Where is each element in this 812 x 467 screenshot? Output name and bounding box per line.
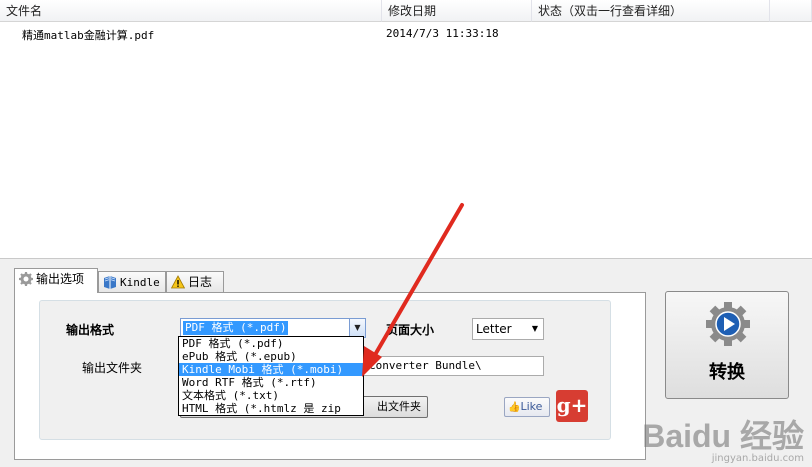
convert-label: 转换 <box>709 362 745 383</box>
tab-log[interactable]: 日志 <box>166 271 224 292</box>
column-header-filename[interactable]: 文件名 <box>0 0 382 22</box>
chevron-down-icon[interactable]: ▼ <box>349 319 365 337</box>
like-button[interactable]: 👍Like <box>504 397 550 417</box>
column-header-status[interactable]: 状态（双击一行查看详细） <box>532 0 770 22</box>
format-option-mobi[interactable]: Kindle Mobi 格式 (*.mobi) <box>179 363 363 376</box>
gear-icon <box>19 272 33 286</box>
convert-button[interactable]: 转换 <box>665 291 789 399</box>
format-option-rtf[interactable]: Word RTF 格式 (*.rtf) <box>179 376 363 389</box>
page-size-select[interactable]: Letter ▼ <box>472 318 544 340</box>
convert-gear-play-icon <box>705 301 751 350</box>
output-folder-label: 输出文件夹 <box>82 361 143 375</box>
page-size-label: 页面大小 <box>386 323 435 337</box>
output-folder-value: Converter Bundle\ <box>369 359 482 372</box>
file-name-cell: 精通matlab金融计算.pdf <box>22 29 155 42</box>
like-label: Like <box>520 400 543 413</box>
tab-log-label: 日志 <box>188 275 213 289</box>
watermark-main: Baidu 经验 <box>642 418 804 454</box>
watermark-sub: jingyan.baidu.com <box>711 453 804 464</box>
thumbs-up-icon: 👍 <box>508 402 521 413</box>
kindle-book-icon <box>103 275 117 289</box>
format-option-epub[interactable]: ePub 格式 (*.epub) <box>179 350 363 363</box>
column-header-modified[interactable]: 修改日期 <box>382 0 532 22</box>
file-modified-cell: 2014/7/3 11:33:18 <box>386 27 499 40</box>
warning-icon <box>170 275 186 289</box>
column-header-filler <box>770 0 812 22</box>
page-size-value: Letter <box>476 322 512 336</box>
format-option-htmlz[interactable]: HTML 格式 (*.htmlz 是 zip <box>179 402 363 415</box>
output-format-label: 输出格式 <box>66 323 115 337</box>
baidu-watermark: Baidu 经验 jingyan.baidu.com <box>642 419 804 464</box>
output-format-select[interactable]: PDF 格式 (*.pdf) ▼ <box>180 318 366 338</box>
file-list[interactable]: 文件名 修改日期 状态（双击一行查看详细） 精通matlab金融计算.pdf 2… <box>0 0 812 258</box>
tab-output-options-label: 输出选项 <box>36 272 85 286</box>
tab-kindle-label: Kindle <box>120 276 160 289</box>
tab-output-options[interactable]: 输出选项 <box>14 268 98 293</box>
tab-kindle[interactable]: Kindle <box>98 271 166 292</box>
format-option-pdf[interactable]: PDF 格式 (*.pdf) <box>179 337 363 350</box>
output-format-dropdown-list[interactable]: PDF 格式 (*.pdf) ePub 格式 (*.epub) Kindle M… <box>178 336 364 416</box>
output-format-value: PDF 格式 (*.pdf) <box>183 321 289 335</box>
google-plus-button[interactable]: g+ <box>556 390 588 422</box>
format-option-txt[interactable]: 文本格式 (*.txt) <box>179 389 363 402</box>
chevron-down-icon: ▼ <box>531 324 538 333</box>
